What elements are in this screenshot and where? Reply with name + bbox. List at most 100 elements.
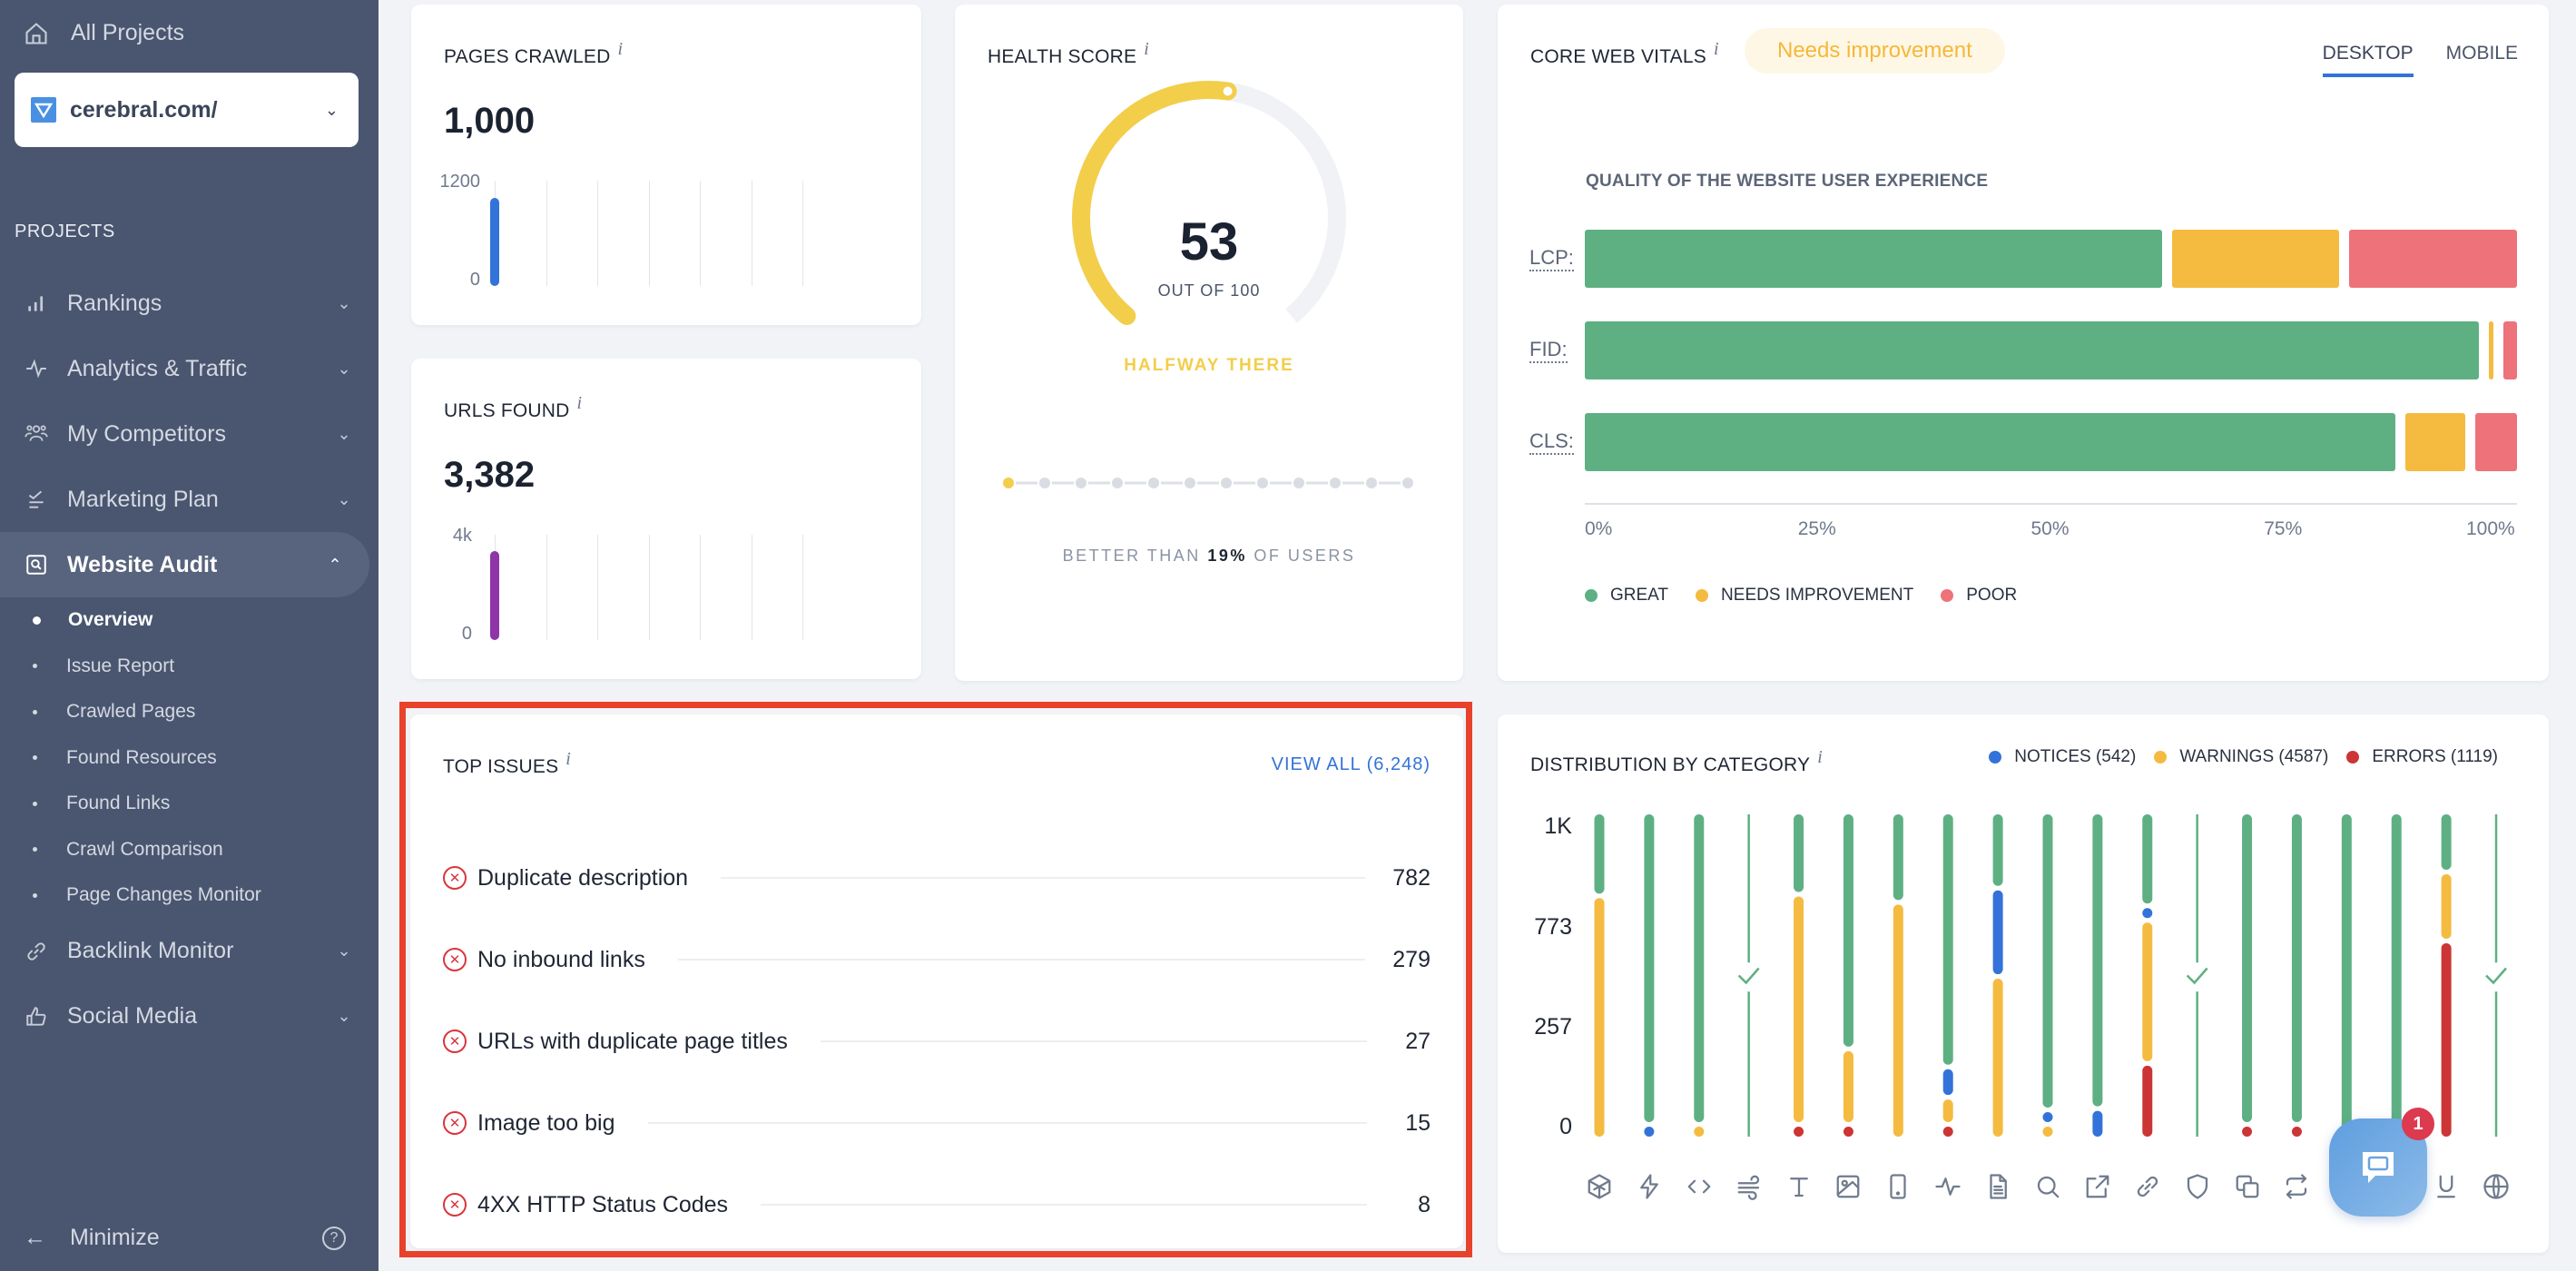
axis-max-label: 1200 xyxy=(439,172,481,192)
cube-icon[interactable] xyxy=(1586,1173,1613,1200)
progress-step xyxy=(1185,478,1195,488)
passed-segment xyxy=(1992,814,2003,886)
info-icon[interactable]: i xyxy=(1714,39,1719,60)
passed-segment xyxy=(1644,814,1655,1122)
progress-step xyxy=(1221,478,1232,488)
bar-needs-improvement[interactable] xyxy=(2404,413,2465,471)
project-logo-icon xyxy=(31,97,56,123)
sidebar-item-label: My Competitors xyxy=(67,420,227,447)
bar-great[interactable] xyxy=(1585,321,2480,379)
tab-desktop[interactable]: DESKTOP xyxy=(2322,43,2414,77)
cwv-row-label[interactable]: LCP: xyxy=(1529,246,1574,271)
legend-poor: POOR xyxy=(1941,586,2017,606)
project-selector[interactable]: cerebral.com/ ⌄ xyxy=(15,73,359,147)
website-audit-subnav: Overview Issue Report Crawled Pages Foun… xyxy=(0,597,379,919)
progress-step xyxy=(1003,478,1014,488)
code-icon[interactable] xyxy=(1686,1173,1713,1200)
view-all-link[interactable]: VIEW ALL (6,248) xyxy=(1272,754,1431,775)
passed-segment xyxy=(1893,814,1903,901)
subnav-item-issue-report[interactable]: Issue Report xyxy=(0,644,379,690)
warnings-segment xyxy=(1992,979,2003,1137)
info-icon[interactable]: i xyxy=(1144,39,1149,60)
warnings-segment xyxy=(2142,922,2153,1061)
notices-segment xyxy=(2142,908,2153,919)
subnav-item-page-changes-monitor[interactable]: Page Changes Monitor xyxy=(0,872,379,919)
underline-icon[interactable] xyxy=(2433,1173,2460,1200)
bullet-icon xyxy=(33,801,37,806)
cwv-row-label[interactable]: FID: xyxy=(1529,338,1568,363)
info-icon[interactable]: i xyxy=(617,39,623,60)
tab-mobile[interactable]: MOBILE xyxy=(2446,43,2518,77)
subnav-item-found-resources[interactable]: Found Resources xyxy=(0,735,379,782)
chat-button[interactable]: 1 xyxy=(2329,1108,2434,1217)
bar-poor[interactable] xyxy=(2474,413,2517,471)
sidebar-item-backlink-monitor[interactable]: Backlink Monitor ⌄ xyxy=(0,919,379,984)
subnav-label: Crawl Comparison xyxy=(66,838,223,860)
device-tabs: DESKTOP MOBILE xyxy=(2322,43,2518,77)
bar-great[interactable] xyxy=(1585,230,2162,288)
copy-icon[interactable] xyxy=(2234,1173,2261,1200)
issue-row[interactable]: ✕ Image too big 15 xyxy=(443,1082,1431,1164)
sidebar-item-social-media[interactable]: Social Media ⌄ xyxy=(0,984,379,1049)
info-icon[interactable]: i xyxy=(565,749,571,770)
passed-segment xyxy=(1594,814,1605,894)
bar-poor[interactable] xyxy=(2502,321,2517,379)
help-icon[interactable]: ? xyxy=(322,1226,346,1250)
progress-step xyxy=(1076,478,1086,488)
image-icon[interactable] xyxy=(1834,1173,1862,1200)
text-icon[interactable] xyxy=(1785,1173,1813,1200)
better-suffix: OF USERS xyxy=(1254,547,1356,565)
wind-icon[interactable] xyxy=(1735,1173,1763,1200)
warnings-segment xyxy=(1843,1050,1853,1122)
bar-great[interactable] xyxy=(1585,413,2395,471)
warnings-segment xyxy=(1942,1099,1953,1122)
passed-segment xyxy=(2242,814,2253,1122)
info-icon[interactable]: i xyxy=(577,393,583,414)
bar-poor[interactable] xyxy=(2349,230,2517,288)
repeat-icon[interactable] xyxy=(2283,1173,2310,1200)
mobile-icon[interactable] xyxy=(1884,1173,1912,1200)
subnav-item-crawled-pages[interactable]: Crawled Pages xyxy=(0,689,379,735)
sidebar-item-rankings[interactable]: Rankings ⌄ xyxy=(0,271,379,336)
cwv-subtitle: QUALITY OF THE WEBSITE USER EXPERIENCE xyxy=(1586,172,1989,191)
bar-needs-improvement[interactable] xyxy=(2489,321,2493,379)
subnav-item-crawl-comparison[interactable]: Crawl Comparison xyxy=(0,827,379,873)
pulse-icon[interactable] xyxy=(1934,1173,1961,1200)
link-icon[interactable] xyxy=(2134,1173,2161,1200)
lightning-icon[interactable] xyxy=(1636,1173,1663,1200)
issue-row[interactable]: ✕ No inbound links 279 xyxy=(443,919,1431,1000)
minimize-label: Minimize xyxy=(70,1225,160,1250)
globe-icon[interactable] xyxy=(2483,1173,2510,1200)
minimize-button[interactable]: ← Minimize xyxy=(24,1225,322,1251)
issue-row[interactable]: ✕ URLs with duplicate page titles 27 xyxy=(443,1000,1431,1082)
bullet-icon xyxy=(33,616,41,625)
issue-row[interactable]: ✕ 4XX HTTP Status Codes 8 xyxy=(443,1164,1431,1246)
issue-row[interactable]: ✕ Duplicate description 782 xyxy=(443,837,1431,919)
cwv-tick-label: 75% xyxy=(2264,518,2303,539)
external-link-icon[interactable] xyxy=(2084,1173,2111,1200)
sidebar-item-analytics-traffic[interactable]: Analytics & Traffic ⌄ xyxy=(0,336,379,401)
urls-found-value: 3,382 xyxy=(444,455,536,495)
document-icon[interactable] xyxy=(1984,1173,2011,1200)
project-name: cerebral.com/ xyxy=(70,96,218,123)
legend-dot xyxy=(1585,589,1598,602)
issue-divider xyxy=(820,1040,1367,1042)
notification-badge: 1 xyxy=(2402,1108,2434,1140)
chevron-down-icon: ⌄ xyxy=(324,100,339,119)
search-icon[interactable] xyxy=(2034,1173,2061,1200)
all-projects-link[interactable]: All Projects xyxy=(24,20,184,46)
subnav-item-overview[interactable]: Overview xyxy=(0,597,379,644)
warnings-segment xyxy=(2042,1127,2053,1137)
grid-line xyxy=(700,535,701,640)
shield-icon[interactable] xyxy=(2184,1173,2211,1200)
mini-bar xyxy=(490,550,499,640)
subnav-item-found-links[interactable]: Found Links xyxy=(0,781,379,827)
cwv-row-label[interactable]: CLS: xyxy=(1529,429,1574,455)
check-icon xyxy=(1737,967,1760,985)
sidebar-item-website-audit[interactable]: Website Audit ⌃ xyxy=(0,532,369,597)
sidebar-item-my-competitors[interactable]: My Competitors ⌄ xyxy=(0,401,379,467)
bar-needs-improvement[interactable] xyxy=(2172,230,2340,288)
sidebar-item-marketing-plan[interactable]: Marketing Plan ⌄ xyxy=(0,467,379,532)
errors-segment xyxy=(2242,1127,2253,1137)
progress-step xyxy=(1148,478,1159,488)
